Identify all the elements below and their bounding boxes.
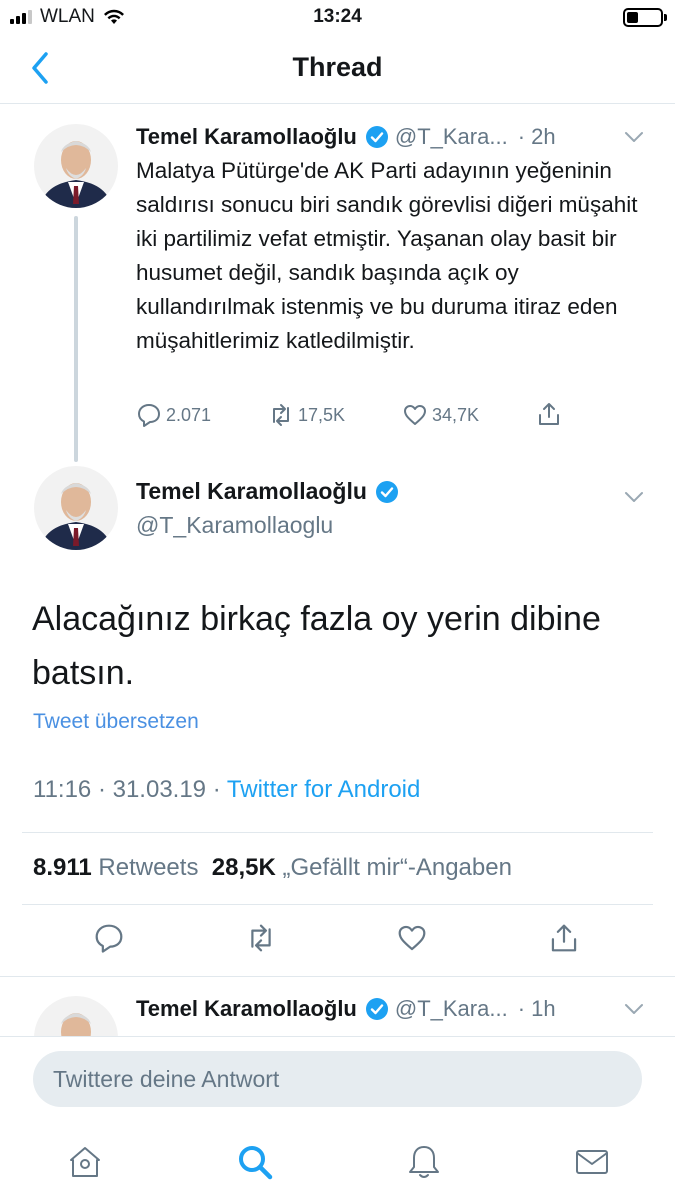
chevron-down-icon[interactable]: [623, 1002, 645, 1016]
avatar[interactable]: [34, 466, 118, 550]
tweet-text: Malatya Pütürge'de AK Parti adayının yeğ…: [136, 158, 638, 353]
reply-icon: [138, 404, 160, 427]
chevron-down-icon[interactable]: [623, 130, 645, 144]
avatar[interactable]: [34, 124, 118, 208]
tweet-time: · 1h: [517, 996, 556, 1021]
search-icon[interactable]: [236, 1143, 274, 1181]
like-button[interactable]: 34,7K: [402, 402, 479, 428]
tweet3-header: Temel Karamollaoğlu @T_Kara... · 1h: [136, 996, 556, 1022]
tweet-timestamp: 11:16 · 31.03.19 ·: [33, 776, 227, 803]
author-name[interactable]: Temel Karamollaoğlu: [136, 124, 357, 150]
reply-input[interactable]: Twittere deine Antwort: [33, 1051, 642, 1107]
verified-badge-icon: [375, 480, 398, 503]
share-icon: [539, 403, 559, 425]
status-bar: WLAN 13:24: [0, 0, 675, 36]
verified-badge-icon: [365, 998, 388, 1020]
retweet-icon: [251, 924, 271, 952]
reply-count: 2.071: [166, 404, 212, 425]
tweet2-name-row: Temel Karamollaoğlu: [136, 478, 405, 505]
messages-icon[interactable]: [573, 1143, 611, 1181]
retweet-button[interactable]: 17,5K: [268, 402, 345, 428]
tweet-text: Alacağınız birkaç fazla oy yerin dibine …: [32, 600, 601, 692]
share-button[interactable]: [548, 922, 580, 954]
like-count: 34,7K: [432, 404, 480, 425]
heart-icon: [404, 405, 426, 425]
tab-bar: [0, 1137, 675, 1200]
divider: [22, 832, 653, 833]
retweet-label[interactable]: Retweets: [98, 854, 198, 881]
author-name[interactable]: Temel Karamollaoğlu: [136, 478, 367, 505]
separator: [0, 976, 675, 977]
share-button[interactable]: [536, 401, 562, 427]
home-icon[interactable]: [66, 1143, 104, 1181]
tweet-time: · 2h: [517, 124, 556, 149]
retweet-icon: [273, 404, 289, 426]
author-handle[interactable]: @T_Kara...: [395, 124, 508, 150]
divider: [22, 904, 653, 905]
tweet-source-link[interactable]: Twitter for Android: [227, 776, 420, 803]
engagement-counts: 8.911 Retweets 28,5K „Gefällt mir“-Angab…: [33, 854, 512, 882]
navigation-bar: Thread: [0, 36, 675, 104]
tweet2-actions: [0, 922, 675, 962]
like-button[interactable]: [396, 922, 428, 954]
thread-connector: [74, 216, 78, 462]
chevron-down-icon[interactable]: [623, 490, 645, 504]
like-total[interactable]: 28,5K: [212, 854, 276, 881]
tweet1-header: Temel Karamollaoğlu @T_Kara... · 2h: [136, 124, 556, 150]
page-title: Thread: [292, 52, 383, 82]
reply-area: Twittere deine Antwort: [0, 1036, 675, 1200]
author-handle[interactable]: @T_Karamollaoglu: [136, 512, 333, 539]
notifications-icon[interactable]: [405, 1143, 443, 1181]
verified-badge-icon: [365, 126, 388, 148]
tweet-meta: 11:16 · 31.03.19 · Twitter for Android: [33, 776, 420, 804]
translate-link[interactable]: Tweet übersetzen: [33, 710, 199, 734]
reply-button[interactable]: [93, 922, 125, 954]
status-time: 13:24: [313, 6, 362, 27]
tweet1-actions: 2.071 17,5K 34,7K: [136, 398, 576, 434]
retweet-button[interactable]: [245, 922, 277, 954]
reply-button[interactable]: 2.071: [136, 402, 211, 428]
like-label[interactable]: „Gefällt mir“-Angaben: [283, 854, 512, 881]
battery-icon: [623, 8, 667, 27]
heart-icon: [398, 925, 426, 951]
author-name[interactable]: Temel Karamollaoğlu: [136, 996, 357, 1022]
author-handle[interactable]: @T_Kara...: [395, 996, 508, 1022]
share-icon: [551, 924, 577, 952]
retweet-count: 17,5K: [298, 404, 346, 425]
retweet-total[interactable]: 8.911: [33, 854, 92, 881]
reply-icon: [95, 924, 123, 953]
